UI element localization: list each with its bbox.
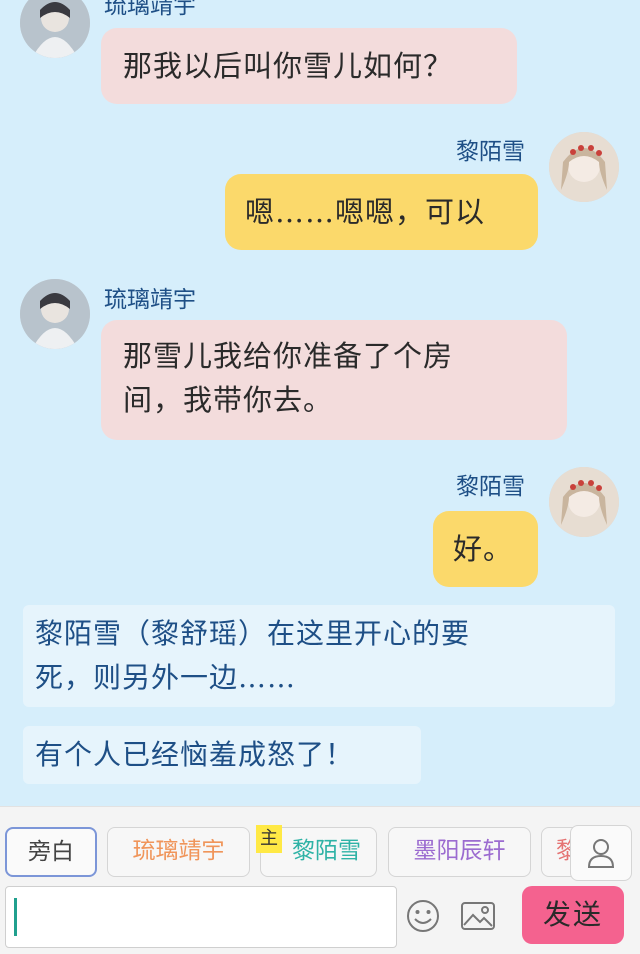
role-selector: 旁白 琉璃靖宇 黎陌雪 主 墨阳辰轩 黎 bbox=[0, 825, 640, 881]
input-panel: 旁白 琉璃靖宇 黎陌雪 主 墨阳辰轩 黎 发送 bbox=[0, 806, 640, 954]
message-text: 好。 bbox=[453, 532, 514, 566]
input-row: 发送 bbox=[0, 883, 640, 954]
sender-name: 琉璃靖宇 bbox=[104, 287, 196, 313]
message-text-line: 间，我带你去。 bbox=[123, 383, 334, 417]
avatar-limoxue[interactable] bbox=[549, 467, 619, 537]
message-bubble: 那雪儿我给你准备了个房 间，我带你去。 bbox=[101, 320, 567, 440]
message-input[interactable] bbox=[5, 886, 397, 948]
avatar-limoxue[interactable] bbox=[549, 132, 619, 202]
role-liuli-jingyu[interactable]: 琉璃靖宇 bbox=[107, 827, 250, 877]
emoji-icon bbox=[407, 900, 439, 932]
image-button[interactable] bbox=[455, 893, 501, 939]
narration-block: 有个人已经恼羞成怒了！ bbox=[23, 726, 421, 784]
narration-block: 黎陌雪（黎舒瑶）在这里开心的要 死，则另外一边…… bbox=[23, 605, 615, 707]
message-bubble: 那我以后叫你雪儿如何？ bbox=[101, 28, 517, 104]
message-text: 嗯……嗯嗯，可以 bbox=[245, 195, 486, 229]
narration-line: 死，则另外一边…… bbox=[35, 661, 297, 694]
message-bubble: 嗯……嗯嗯，可以 bbox=[225, 174, 538, 250]
sender-name: 黎陌雪 bbox=[456, 474, 525, 500]
message-text: 那我以后叫你雪儿如何？ bbox=[123, 49, 454, 83]
text-caret bbox=[14, 898, 17, 936]
message-text-line: 那雪儿我给你准备了个房 bbox=[123, 339, 454, 373]
user-icon bbox=[587, 839, 615, 868]
emoji-button[interactable] bbox=[400, 893, 446, 939]
narration-line: 有个人已经恼羞成怒了！ bbox=[35, 738, 355, 771]
role-moyang-chenxuan[interactable]: 墨阳辰轩 bbox=[388, 827, 531, 877]
chat-area: 琉璃靖宇 那我以后叫你雪儿如何？ 黎陌雪 嗯……嗯嗯，可以 琉璃靖宇 那雪儿我给… bbox=[0, 0, 640, 806]
main-role-badge: 主 bbox=[256, 825, 282, 853]
sender-name: 黎陌雪 bbox=[456, 139, 525, 165]
avatar-liuli[interactable] bbox=[20, 0, 90, 58]
narration-line: 黎陌雪（黎舒瑶）在这里开心的要 bbox=[35, 617, 471, 650]
role-narrator[interactable]: 旁白 bbox=[5, 827, 97, 877]
sender-name: 琉璃靖宇 bbox=[104, 0, 196, 19]
send-button[interactable]: 发送 bbox=[522, 886, 624, 944]
message-bubble: 好。 bbox=[433, 511, 538, 587]
user-button[interactable] bbox=[570, 825, 632, 881]
avatar-liuli[interactable] bbox=[20, 279, 90, 349]
image-icon bbox=[461, 902, 495, 930]
